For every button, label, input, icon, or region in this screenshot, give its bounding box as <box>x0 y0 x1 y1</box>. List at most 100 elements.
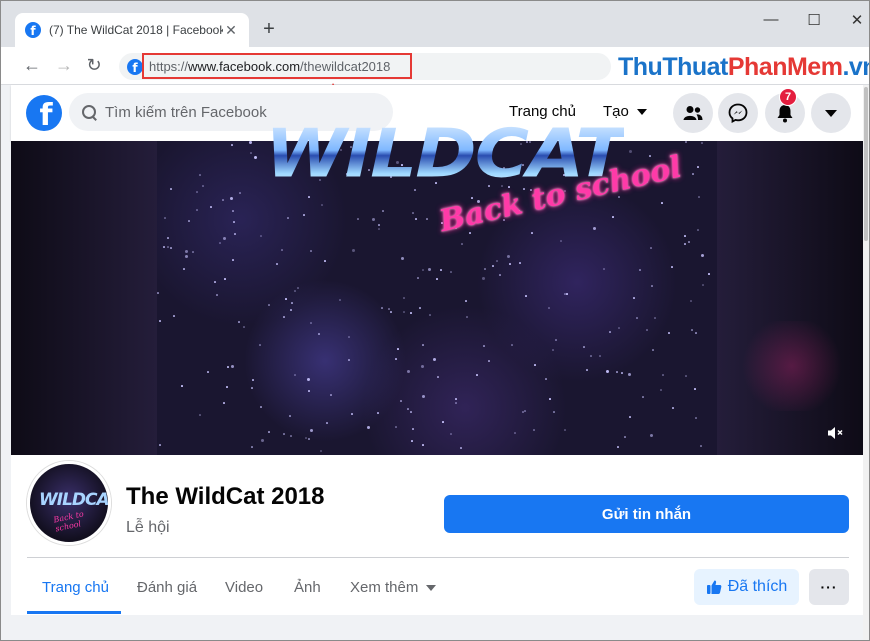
star-dot <box>251 387 253 389</box>
star-dot <box>157 292 159 294</box>
star-dot <box>646 329 648 331</box>
star-dot <box>290 435 292 437</box>
star-dot <box>239 192 241 194</box>
people-icon <box>683 106 703 120</box>
star-dot <box>185 255 188 258</box>
star-dot <box>450 271 452 273</box>
star-dot <box>308 196 310 198</box>
star-dot <box>440 269 442 271</box>
tab-close-icon[interactable]: ✕ <box>223 22 239 39</box>
star-dot <box>378 228 380 230</box>
tab-photos[interactable]: Ảnh <box>294 579 321 596</box>
star-dot <box>533 429 535 431</box>
back-arrow-icon[interactable]: ← <box>21 55 43 75</box>
star-dot <box>232 210 234 212</box>
url-path: /thewildcat2018 <box>300 58 391 74</box>
star-dot <box>618 327 620 329</box>
star-dot <box>367 426 370 429</box>
star-dot <box>442 421 444 423</box>
star-dot <box>661 202 663 204</box>
page-avatar[interactable]: WILDCAT Back to school <box>27 461 111 545</box>
account-menu-button[interactable] <box>811 93 851 133</box>
groups-button[interactable] <box>673 93 713 133</box>
forward-arrow-icon[interactable]: → <box>53 55 75 75</box>
star-dot <box>219 242 221 244</box>
close-window-button[interactable]: ✕ <box>847 11 867 29</box>
star-dot <box>326 422 328 424</box>
tab-more[interactable]: Xem thêm <box>350 579 437 596</box>
star-dot <box>465 300 467 302</box>
star-dot <box>224 278 226 280</box>
star-dot <box>308 390 310 392</box>
tab-home[interactable]: Trang chủ <box>42 579 109 596</box>
url-highlight-box[interactable]: https://www.facebook.com/thewildcat2018 <box>142 53 412 79</box>
liked-button[interactable]: Đã thích <box>694 569 799 605</box>
star-dot <box>671 266 673 268</box>
star-dot <box>321 204 323 206</box>
star-dot <box>285 298 287 300</box>
more-options-button[interactable]: ··· <box>809 569 849 605</box>
star-dot <box>628 373 631 376</box>
star-dot <box>702 284 704 286</box>
star-dot <box>531 232 533 234</box>
star-dot <box>348 336 350 338</box>
star-dot <box>305 437 307 439</box>
cover-blur-left <box>11 141 157 455</box>
cover-blur-right <box>717 141 863 455</box>
star-dot <box>629 150 632 153</box>
page-scrollbar[interactable] <box>863 85 869 640</box>
star-dot <box>560 240 562 242</box>
scrollbar-thumb[interactable] <box>864 87 868 241</box>
facebook-logo-icon[interactable]: f <box>26 95 62 131</box>
star-dot <box>697 229 699 231</box>
star-dot <box>555 339 557 341</box>
star-dot <box>310 322 312 324</box>
star-dot <box>261 439 264 442</box>
star-dot <box>642 396 644 398</box>
new-tab-button[interactable]: + <box>258 18 280 40</box>
star-dot <box>519 262 521 264</box>
browser-tab[interactable]: f (7) The WildCat 2018 | Facebook ✕ <box>15 13 249 47</box>
star-dot <box>183 268 185 270</box>
caret-down-icon <box>636 108 647 115</box>
star-dot <box>688 241 690 243</box>
star-dot <box>609 331 611 333</box>
star-dot <box>429 314 431 316</box>
maximize-button[interactable]: ☐ <box>804 11 824 29</box>
star-dot <box>231 144 233 146</box>
star-dot <box>202 185 204 187</box>
star-dot <box>170 188 172 190</box>
minimize-button[interactable]: — <box>761 11 781 28</box>
page-category[interactable]: Lễ hội <box>126 519 170 537</box>
tab-reviews[interactable]: Đánh giá <box>137 579 197 596</box>
tab-videos[interactable]: Video <box>225 579 263 596</box>
star-dot <box>381 307 383 309</box>
star-dot <box>549 398 551 400</box>
star-dot <box>509 263 511 265</box>
star-dot <box>553 411 555 413</box>
star-dot <box>636 317 638 319</box>
star-dot <box>492 265 494 267</box>
star-dot <box>407 408 409 410</box>
messenger-button[interactable] <box>718 93 758 133</box>
star-dot <box>564 429 566 431</box>
star-dot <box>308 438 310 440</box>
star-dot <box>651 285 653 287</box>
star-dot <box>685 141 687 143</box>
star-dot <box>283 433 285 435</box>
send-message-button[interactable]: Gửi tin nhắn <box>444 495 849 533</box>
star-dot <box>291 302 293 304</box>
star-dot <box>234 233 236 235</box>
mute-icon[interactable] <box>827 426 845 443</box>
reload-icon[interactable]: ↻ <box>83 55 105 75</box>
star-dot <box>650 247 652 249</box>
star-dot <box>310 429 313 432</box>
notification-badge: 7 <box>779 88 797 106</box>
star-dot <box>422 444 424 446</box>
star-dot <box>633 297 635 299</box>
star-dot <box>188 220 190 222</box>
star-dot <box>522 411 524 413</box>
star-dot <box>616 371 618 373</box>
star-dot <box>507 255 510 258</box>
star-dot <box>426 218 428 220</box>
